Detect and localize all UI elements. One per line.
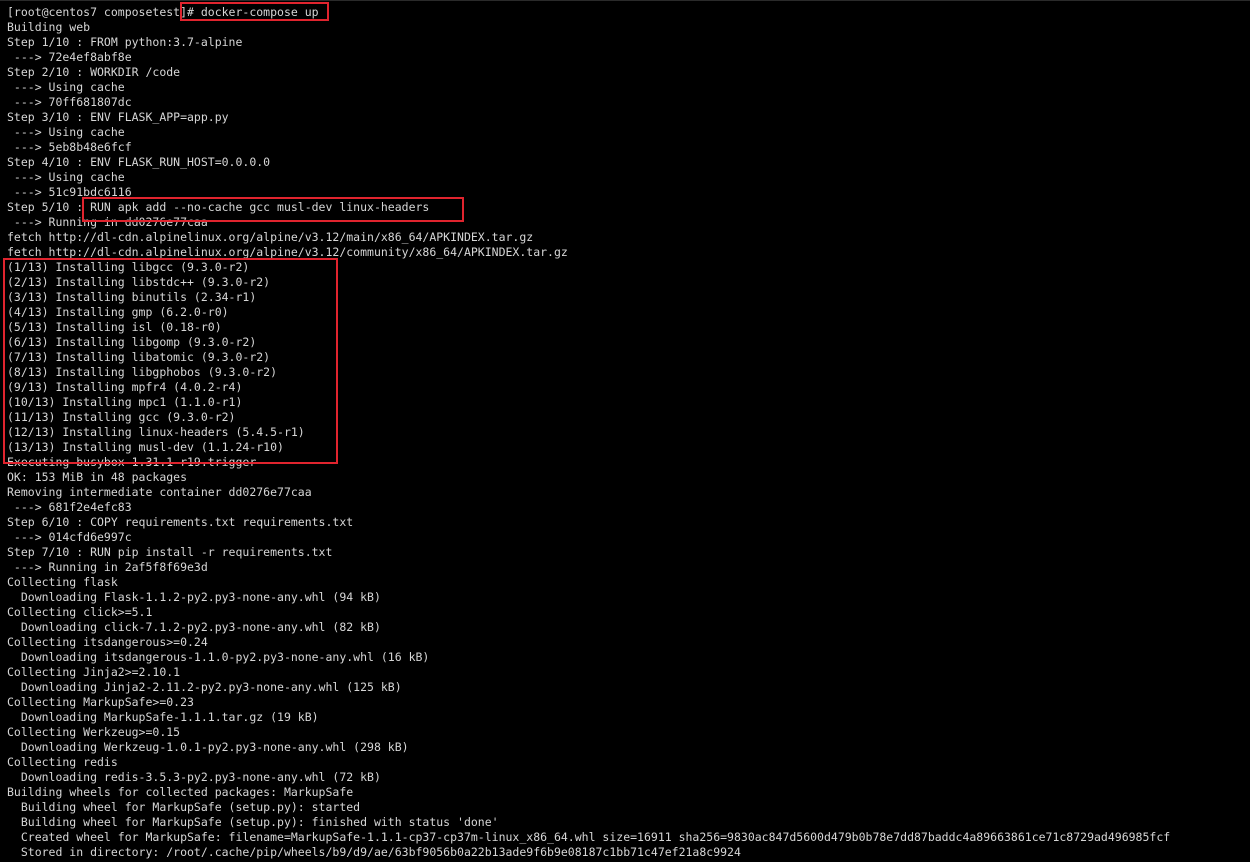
terminal-line: fetch http://dl-cdn.alpinelinux.org/alpi… [7,245,568,259]
terminal-line: Step 2/10 : WORKDIR /code [7,65,181,79]
terminal-line: ---> 014cfd6e997c [7,530,132,544]
terminal-line: (1/13) Installing libgcc (9.3.0-r2) [7,260,250,274]
terminal-line: Step 1/10 : FROM python:3.7-alpine [7,35,243,49]
terminal-line: Collecting flask [7,575,118,589]
terminal-line: Stored in directory: /root/.cache/pip/wh… [7,845,741,859]
terminal-line: ---> Using cache [7,80,125,94]
terminal-line: ---> Running in dd0276e77caa [7,215,208,229]
terminal-line: Downloading MarkupSafe-1.1.1.tar.gz (19 … [7,710,319,724]
terminal-line: Created wheel for MarkupSafe: filename=M… [7,830,1171,844]
terminal-line: Downloading Werkzeug-1.0.1-py2.py3-none-… [7,740,409,754]
terminal-line: (12/13) Installing linux-headers (5.4.5-… [7,425,305,439]
terminal-line: (3/13) Installing binutils (2.34-r1) [7,290,257,304]
terminal-line: (6/13) Installing libgomp (9.3.0-r2) [7,335,257,349]
terminal-line: Collecting click>=5.1 [7,605,153,619]
terminal-line: ---> 70ff681807dc [7,95,132,109]
terminal-line: (5/13) Installing isl (0.18-r0) [7,320,222,334]
terminal-line: ---> 681f2e4efc83 [7,500,132,514]
terminal-line: (8/13) Installing libgphobos (9.3.0-r2) [7,365,278,379]
terminal-line: (7/13) Installing libatomic (9.3.0-r2) [7,350,271,364]
terminal-line: [root@centos7 composetest]# docker-compo… [7,5,319,19]
terminal-line: ---> Using cache [7,170,125,184]
terminal-output: [root@centos7 composetest]# docker-compo… [7,5,1170,860]
terminal-line: Step 6/10 : COPY requirements.txt requir… [7,515,354,529]
terminal-line: Step 4/10 : ENV FLASK_RUN_HOST=0.0.0.0 [7,155,271,169]
terminal-line: Collecting itsdangerous>=0.24 [7,635,208,649]
terminal-line: Downloading redis-3.5.3-py2.py3-none-any… [7,770,381,784]
terminal-line: Building web [7,20,91,34]
terminal-line: Collecting MarkupSafe>=0.23 [7,695,194,709]
terminal-line: (2/13) Installing libstdc++ (9.3.0-r2) [7,275,271,289]
terminal-line: ---> 5eb8b48e6fcf [7,140,132,154]
terminal-line: Step 3/10 : ENV FLASK_APP=app.py [7,110,229,124]
terminal-line: Building wheels for collected packages: … [7,785,354,799]
terminal-line: Building wheel for MarkupSafe (setup.py)… [7,815,499,829]
terminal-line: Executing busybox-1.31.1-r19.trigger [7,455,257,469]
terminal-line: Collecting Jinja2>=2.10.1 [7,665,181,679]
terminal-line: Collecting Werkzeug>=0.15 [7,725,181,739]
terminal-line: fetch http://dl-cdn.alpinelinux.org/alpi… [7,230,534,244]
terminal-window[interactable]: [root@centos7 composetest]# docker-compo… [0,0,1250,862]
terminal-line: (4/13) Installing gmp (6.2.0-r0) [7,305,229,319]
terminal-line: Downloading Jinja2-2.11.2-py2.py3-none-a… [7,680,402,694]
terminal-line: OK: 153 MiB in 48 packages [7,470,188,484]
terminal-line: (9/13) Installing mpfr4 (4.0.2-r4) [7,380,243,394]
terminal-line: (10/13) Installing mpc1 (1.1.0-r1) [7,395,243,409]
terminal-line: Downloading click-7.1.2-py2.py3-none-any… [7,620,381,634]
terminal-line: (11/13) Installing gcc (9.3.0-r2) [7,410,236,424]
terminal-line: ---> Using cache [7,125,125,139]
terminal-line: Building wheel for MarkupSafe (setup.py)… [7,800,361,814]
terminal-line: ---> 51c91bdc6116 [7,185,132,199]
terminal-line: Downloading itsdangerous-1.1.0-py2.py3-n… [7,650,430,664]
terminal-line: ---> 72e4ef8abf8e [7,50,132,64]
terminal-line: Removing intermediate container dd0276e7… [7,485,312,499]
terminal-line: Step 5/10 : RUN apk add --no-cache gcc m… [7,200,430,214]
terminal-line: Downloading Flask-1.1.2-py2.py3-none-any… [7,590,381,604]
terminal-line: Step 7/10 : RUN pip install -r requireme… [7,545,333,559]
terminal-line: Collecting redis [7,755,118,769]
terminal-line: ---> Running in 2af5f8f69e3d [7,560,208,574]
terminal-line: (13/13) Installing musl-dev (1.1.24-r10) [7,440,284,454]
